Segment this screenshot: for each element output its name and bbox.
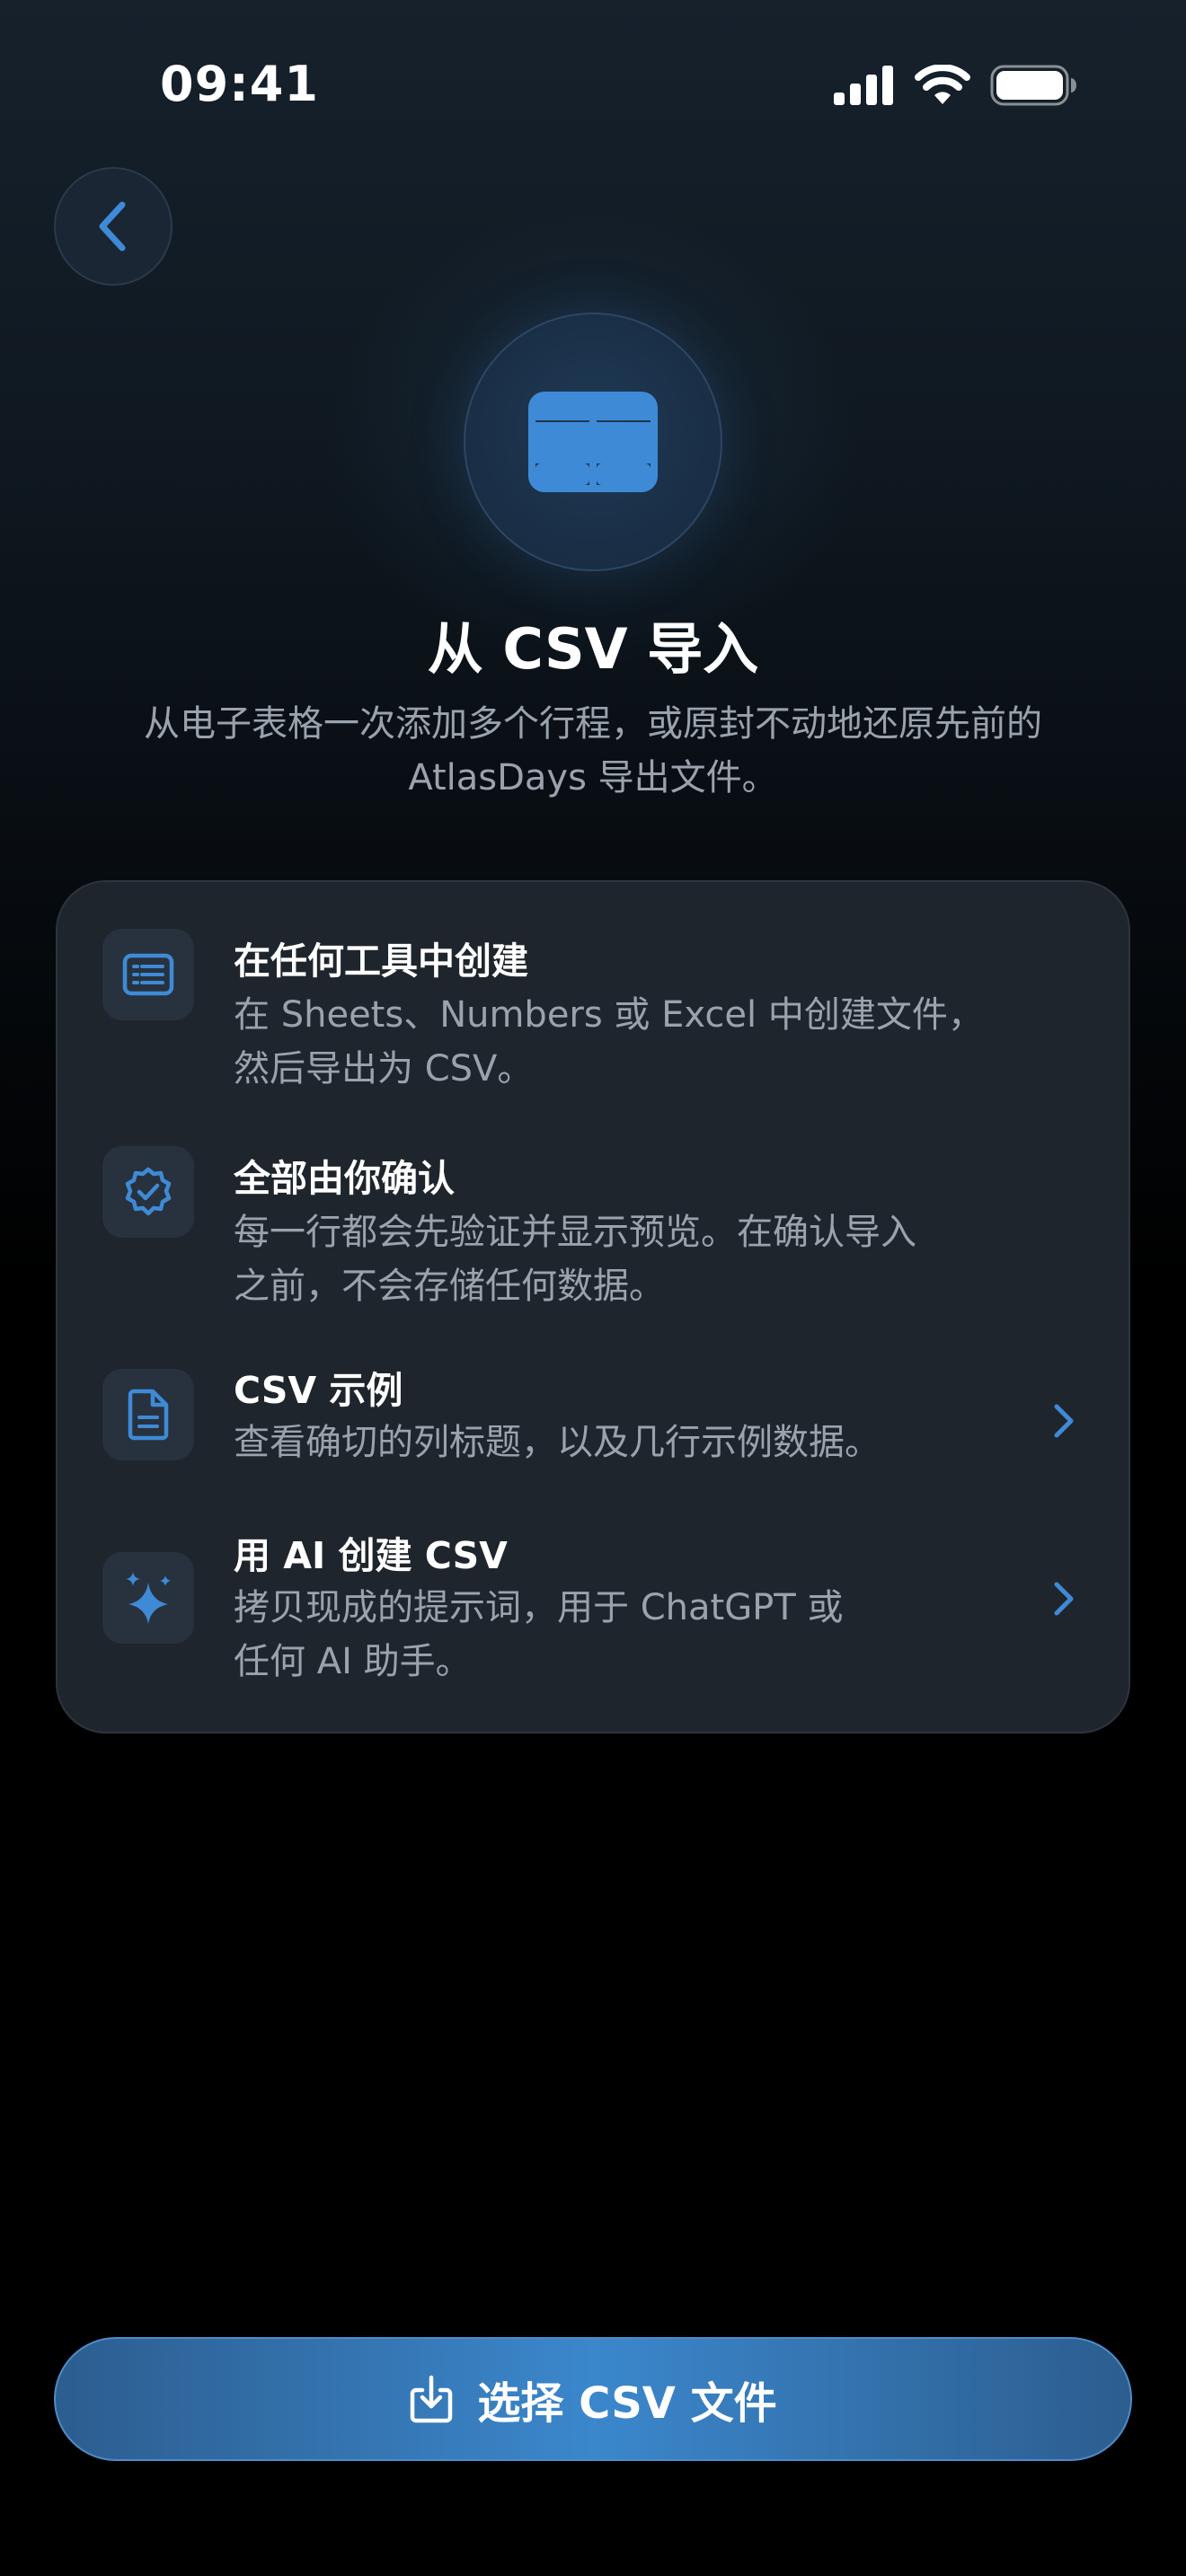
import-csv-screen: 09:41 从 CSV 导入 从电子表格一次添加多个行程，或原封不动地还原先前的… — [0, 0, 1186, 2576]
page-subtitle: 从电子表格一次添加多个行程，或原封不动地还原先前的 AtlasDays 导出文件… — [144, 703, 1042, 798]
import-icon — [411, 2375, 453, 2423]
cellular-signal-icon — [834, 66, 893, 105]
feature-description: 每一行都会先验证并显示预览。在确认导入 之前，不会存储任何数据。 — [234, 1212, 916, 1307]
feature-icon-badge — [102, 1552, 194, 1644]
chevron-right-icon — [1046, 1575, 1082, 1622]
list-document-icon — [122, 953, 174, 996]
feature-row-create-anywhere: 在任何工具中创建 在 Sheets、Numbers 或 Excel 中创建文件，… — [58, 925, 1128, 1114]
feature-icon-badge — [102, 1369, 194, 1460]
chevron-left-icon — [99, 201, 126, 251]
csv-example-row[interactable]: CSV 示例 查看确切的列标题，以及几行示例数据。 — [58, 1360, 1128, 1477]
sparkles-icon — [126, 1572, 171, 1624]
battery-icon — [990, 65, 1076, 106]
choose-csv-file-button[interactable]: 选择 CSV 文件 — [54, 2337, 1132, 2461]
page-title: 从 CSV 导入 — [427, 616, 759, 682]
feature-description: 在 Sheets、Numbers 或 Excel 中创建文件， 然后导出为 CS… — [234, 994, 984, 1090]
feature-title: 全部由你确认 — [234, 1157, 455, 1200]
checkmark-seal-icon — [125, 1167, 172, 1216]
chevron-right-icon — [1046, 1398, 1082, 1444]
wifi-icon — [915, 65, 970, 104]
back-button[interactable] — [54, 167, 173, 286]
hero-icon-badge — [464, 313, 722, 571]
document-icon — [128, 1389, 169, 1441]
feature-description: 拷贝现成的提示词，用于 ChatGPT 或 任何 AI 助手。 — [234, 1587, 844, 1682]
table-grid-icon — [528, 392, 658, 492]
choose-csv-file-label: 选择 CSV 文件 — [477, 2378, 777, 2429]
feature-icon-badge — [102, 929, 194, 1020]
status-icons — [834, 65, 1076, 106]
feature-description: 查看确切的列标题，以及几行示例数据。 — [234, 1422, 881, 1463]
feature-row-confirm: 全部由你确认 每一行都会先验证并显示预览。在确认导入 之前，不会存储任何数据。 — [58, 1142, 1128, 1331]
feature-icon-badge — [102, 1146, 194, 1238]
feature-title: 在任何工具中创建 — [234, 940, 528, 983]
feature-card: 在任何工具中创建 在 Sheets、Numbers 或 Excel 中创建文件，… — [56, 880, 1130, 1734]
create-with-ai-row[interactable]: 用 AI 创建 CSV 拷贝现成的提示词，用于 ChatGPT 或 任何 AI … — [58, 1525, 1128, 1696]
feature-title: 用 AI 创建 CSV — [234, 1534, 508, 1577]
feature-title: CSV 示例 — [234, 1369, 403, 1412]
status-time: 09:41 — [160, 56, 319, 112]
